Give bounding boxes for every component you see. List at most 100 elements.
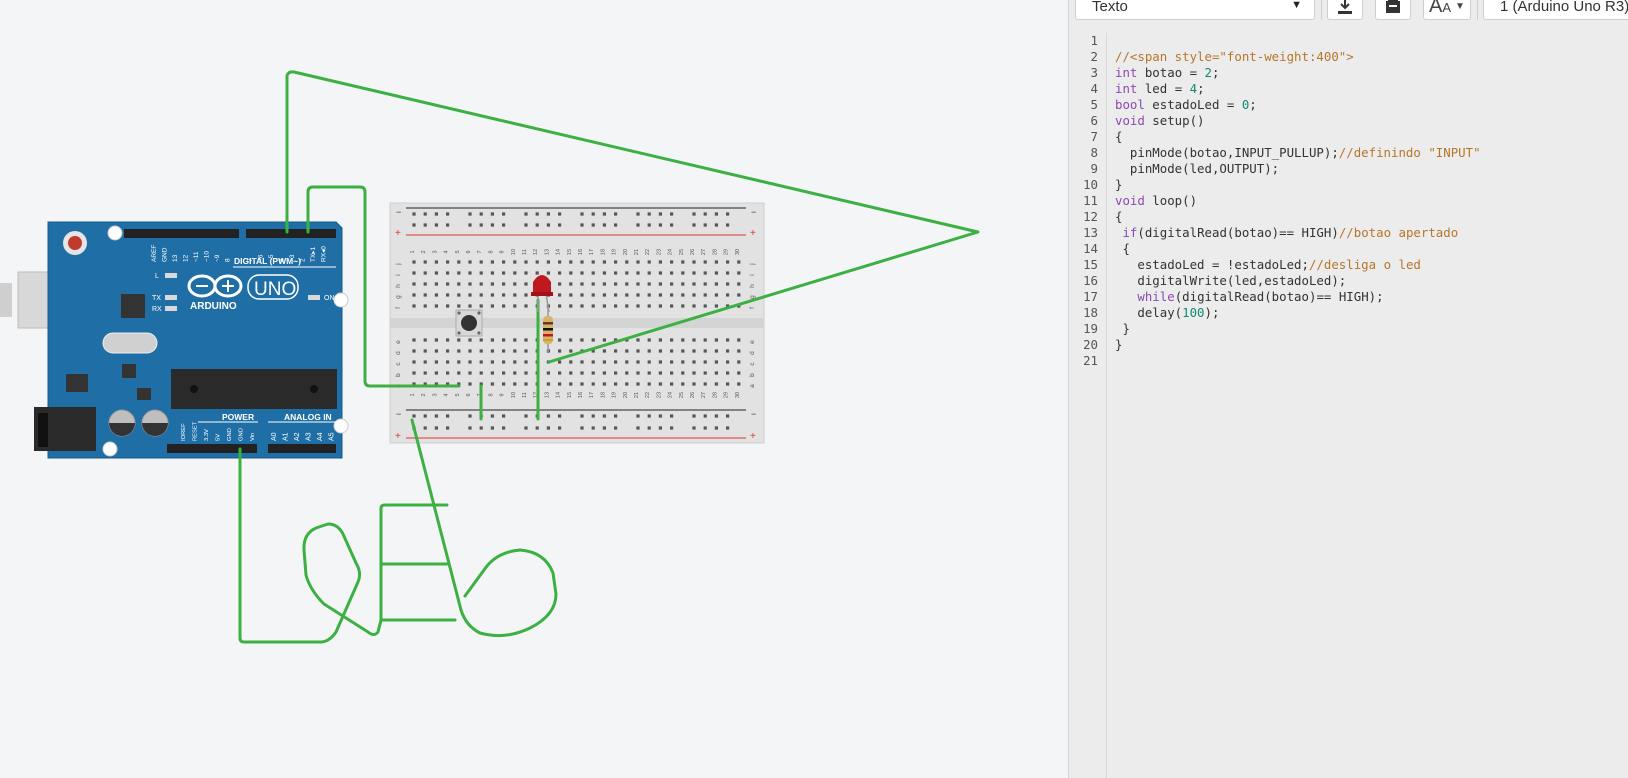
breadboard-hole [726,271,730,275]
upload-button[interactable] [1375,0,1411,20]
circuit-canvas[interactable]: AREF GND 13 12 ~11 ~10 ~9 8 7 ~6 ~5 4 ~3 2 TX▸1 RX◂0 DI… [0,0,1068,778]
analog-pin-label: A4 [317,432,324,441]
row-letter: a [749,384,756,388]
crystal [102,332,158,354]
breadboard-hole [446,349,450,353]
breadboard-hole [513,338,517,342]
breadboard-hole [670,382,674,386]
code-line[interactable]: int led = 4; [1115,81,1481,97]
code-line[interactable]: while(digitalRead(botao)== HIGH); [1115,289,1481,305]
code-text[interactable]: //<span style="font-weight:400"> int bota… [1115,33,1481,369]
code-line[interactable]: if(digitalRead(botao)== HIGH)//botao ape… [1115,225,1481,241]
breadboard-hole [670,260,674,264]
code-line[interactable]: void loop() [1115,193,1481,209]
code-line[interactable]: { [1115,209,1481,225]
breadboard-hole [434,338,438,342]
rail-hole [490,212,494,216]
breadboard-hole [434,282,438,286]
tx-label: TX [152,295,161,302]
arduino-uno-board[interactable]: AREF GND 13 12 ~11 ~10 ~9 8 7 ~6 ~5 4 ~3 2 TX▸1 RX◂0 DI… [34,221,349,459]
breadboard-hole [513,304,517,308]
code-line[interactable] [1115,33,1481,49]
column-number: 25 [679,392,685,398]
push-button[interactable] [455,309,483,337]
breadboard-hole [681,349,685,353]
breadboard-hole [681,360,685,364]
breadboard-hole [546,260,550,264]
breadboard[interactable]: − + − + − + − + 112233445566778899101011… [389,202,765,444]
code-line[interactable]: { [1115,129,1481,145]
code-line[interactable] [1115,353,1481,369]
code-line[interactable]: delay(100); [1115,305,1481,321]
breadboard-hole [569,371,573,375]
breadboard-hole [681,338,685,342]
rail-hole [546,426,550,430]
breadboard-hole [591,371,595,375]
line-number: 12 [1083,209,1098,224]
breadboard-hole [591,382,595,386]
breadboard-hole [446,304,450,308]
breadboard-hole [490,260,494,264]
code-line[interactable]: digitalWrite(led,estadoLed); [1115,273,1481,289]
breadboard-hole [681,371,685,375]
breadboard-hole [502,293,506,297]
breadboard-hole [524,349,528,353]
power-pin-label: IOREF [181,423,187,441]
code-line[interactable]: pinMode(led,OUTPUT); [1115,161,1481,177]
column-number: 14 [556,249,562,255]
code-editor[interactable]: 1 2 3 4 5 6 7 8 9 10 11 12 13 14 15 16 17 18 19 20 21 //<spa… [1069,33,1628,778]
rail-hole [614,414,618,418]
rail-hole [703,223,707,227]
chevron-down-icon: ▼ [1455,0,1465,12]
breadboard-hole [468,371,472,375]
download-button[interactable] [1327,0,1363,20]
breadboard-hole [457,349,461,353]
row-letter: e [749,340,756,344]
digital-pin-label: GND [162,247,169,262]
breadboard-hole [457,293,461,297]
column-number: 27 [701,392,707,398]
breadboard-hole [535,271,539,275]
breadboard-hole [524,371,528,375]
column-number: 6 [466,250,472,253]
breadboard-hole [490,304,494,308]
breadboard-hole [468,382,472,386]
row-letter: d [749,351,756,355]
code-line[interactable]: } [1115,177,1481,193]
breadboard-hole [580,282,584,286]
breadboard-hole [502,338,506,342]
breadboard-hole [423,282,427,286]
code-line[interactable]: { [1115,241,1481,257]
breadboard-hole [658,260,662,264]
breadboard-hole [703,338,707,342]
code-line[interactable]: bool estadoLed = 0; [1115,97,1481,113]
breadboard-hole [513,260,517,264]
breadboard-hole [726,382,730,386]
code-line[interactable]: } [1115,321,1481,337]
column-number: 26 [690,249,696,255]
rail-minus-label: − [751,409,756,419]
breadboard-hole [658,282,662,286]
code-mode-select[interactable]: Texto ▼ [1075,0,1315,20]
rail-hole [726,223,730,227]
code-line[interactable]: void setup() [1115,113,1481,129]
breadboard-hole [647,371,651,375]
font-size-button[interactable]: AA ▼ [1423,0,1471,20]
breadboard-hole [658,304,662,308]
code-line[interactable]: } [1115,337,1481,353]
device-select[interactable]: 1 (Arduino Uno R3) [1483,0,1628,20]
code-line[interactable]: int botao = 2; [1115,65,1481,81]
breadboard-hole [658,382,662,386]
rail-hole [502,212,506,216]
breadboard-hole [524,304,528,308]
code-line[interactable]: pinMode(botao,INPUT_PULLUP);//definindo … [1115,145,1481,161]
breadboard-hole [479,338,483,342]
breadboard-hole [614,282,618,286]
breadboard-hole [479,349,483,353]
breadboard-hole [714,349,718,353]
circuit-drawing[interactable]: AREF GND 13 12 ~11 ~10 ~9 8 7 ~6 ~5 4 ~3 2 TX▸1 RX◂0 DI… [0,0,1028,778]
breadboard-hole [412,338,416,342]
code-line[interactable]: //<span style="font-weight:400"> [1115,49,1481,65]
rail-minus-label: − [396,409,401,419]
code-line[interactable]: estadoLed = !estadoLed;//desliga o led [1115,257,1481,273]
